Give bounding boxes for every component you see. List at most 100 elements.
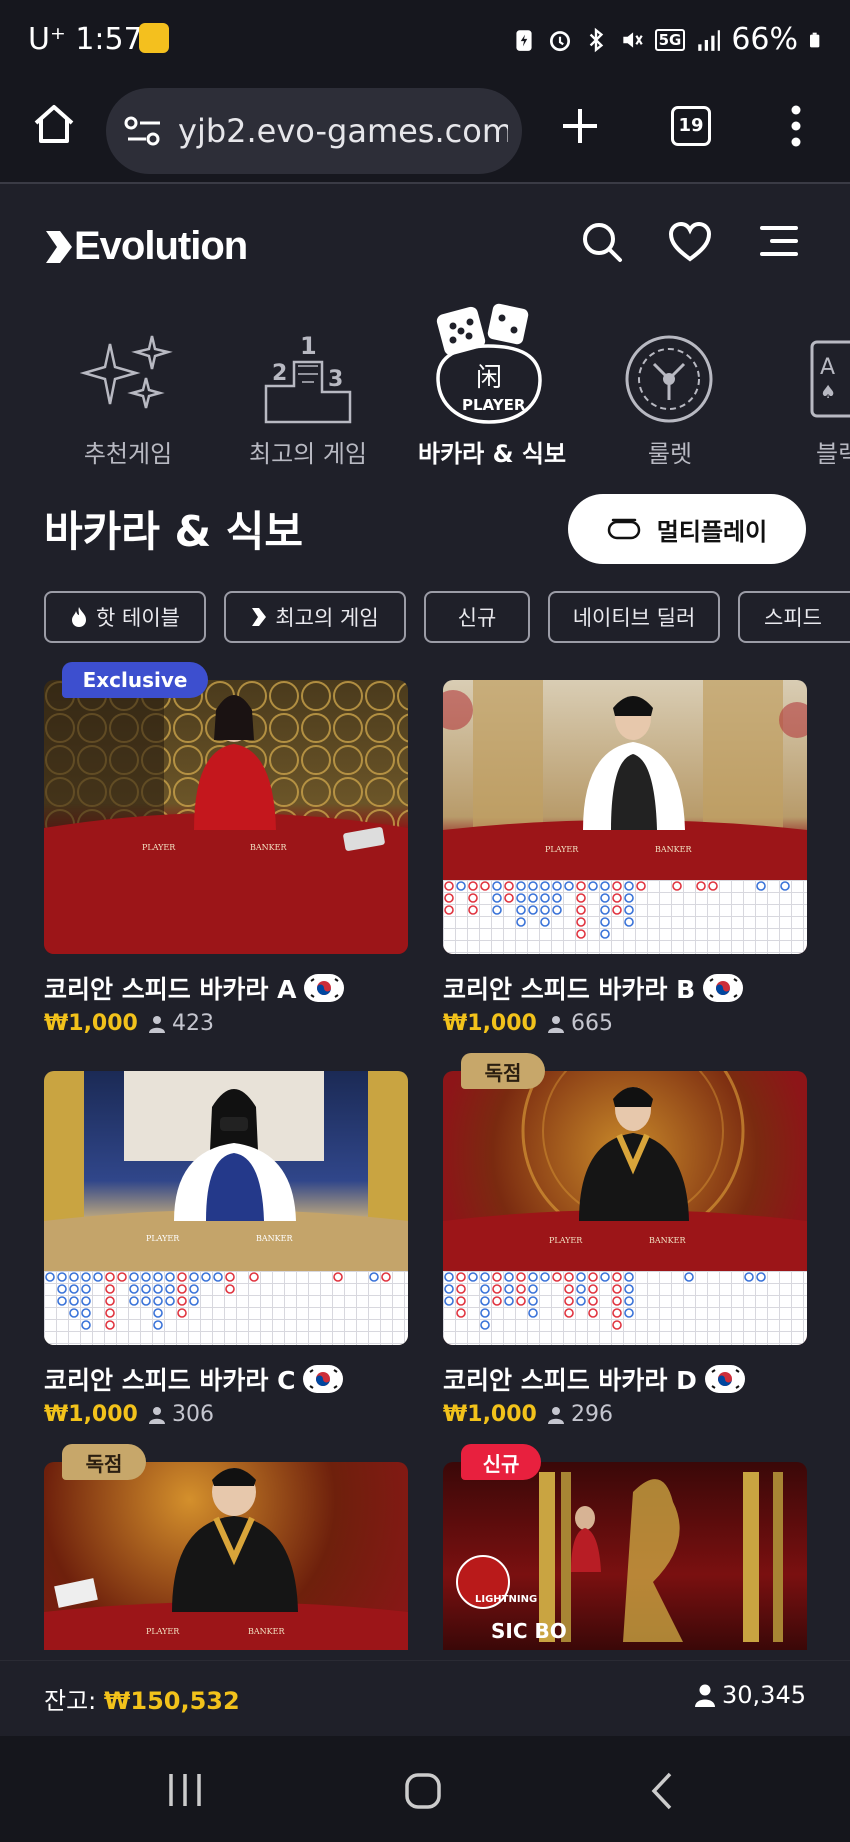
roadmap-dot xyxy=(456,1284,466,1294)
roadmap-dot xyxy=(624,905,634,915)
multiplay-button[interactable]: 멀티플레이 xyxy=(568,494,806,564)
category-label: 룰렛 xyxy=(647,440,693,468)
game-thumbnail[interactable]: PLAYER BANKER xyxy=(443,1071,807,1345)
roadmap-dot xyxy=(612,1308,622,1318)
roadmap-dot xyxy=(624,893,634,903)
carrier-app-icon xyxy=(139,23,169,53)
roadmap-dot xyxy=(480,1320,490,1330)
bluetooth-icon xyxy=(589,27,603,52)
roadmap-dot xyxy=(612,893,622,903)
roadmap-dot xyxy=(177,1284,187,1294)
roadmap-dot xyxy=(177,1296,187,1306)
roadmap-dot xyxy=(492,1272,502,1282)
roadmap-dot xyxy=(516,917,526,927)
roadmap-dot xyxy=(105,1320,115,1330)
game-thumbnail[interactable]: LIGHTNING SIC BO xyxy=(443,1462,807,1650)
game-thumbnail[interactable]: PLAYER BANKER xyxy=(44,1462,408,1650)
roadmap-dot xyxy=(177,1308,187,1318)
roadmap-dot xyxy=(444,1296,454,1306)
roadmap-dot xyxy=(492,893,502,903)
svg-text:闲: 闲 xyxy=(476,363,502,393)
svg-text:3: 3 xyxy=(328,367,343,392)
lightning-logo-text: LIGHTNING xyxy=(475,1594,537,1605)
game-thumbnail[interactable]: PLAYER BANKER xyxy=(44,1071,408,1345)
dealer-scene: PLAYER BANKER xyxy=(443,680,807,880)
roadmap-dot xyxy=(369,1272,379,1282)
search-icon[interactable] xyxy=(580,220,624,264)
filter-native-dealer[interactable]: 네이티브 딜러 xyxy=(548,591,720,643)
recent-apps-icon[interactable] xyxy=(166,1772,204,1808)
home-icon[interactable] xyxy=(30,100,78,148)
site-settings-icon[interactable] xyxy=(124,114,164,148)
url-text: yjb2.evo-games.com xyxy=(178,112,508,150)
roadmap-dot xyxy=(153,1320,163,1330)
roadmap-dot xyxy=(69,1272,79,1282)
evolution-logo[interactable]: Evolution xyxy=(44,224,248,269)
roadmap-dot xyxy=(624,917,634,927)
roadmap-dot xyxy=(600,905,610,915)
game-name: 코리안 스피드 바카라 A xyxy=(44,970,345,1006)
roadmap-dot xyxy=(504,893,514,903)
roadmap-dot xyxy=(213,1272,223,1282)
roadmap-dot xyxy=(225,1284,235,1294)
roadmap-dot xyxy=(612,1320,622,1330)
roadmap-dot xyxy=(141,1284,151,1294)
game-card[interactable]: Exclusive PLAYER BANKER 코리안 스피드 바카라 A ₩1,… xyxy=(44,662,408,1040)
roadmap-dot xyxy=(540,1272,550,1282)
category-label: 블랙 xyxy=(816,440,850,468)
favorites-heart-icon[interactable] xyxy=(668,222,712,262)
game-card[interactable]: PLAYER BANKER 코리안 스피드 바카라 B ₩1,000 665 xyxy=(443,680,807,1040)
home-button-icon[interactable] xyxy=(404,1772,442,1810)
roadmap-dot xyxy=(129,1272,139,1282)
svg-text:1: 1 xyxy=(300,332,317,360)
roadmap-dot xyxy=(708,881,718,891)
filter-hot-tables[interactable]: 핫 테이블 xyxy=(44,591,206,643)
dice-player-icon: 闲 PLAYER xyxy=(436,303,542,424)
roadmap-grid xyxy=(44,1271,408,1345)
player-zone-label: PLAYER xyxy=(142,843,176,852)
roadmap-dot xyxy=(504,881,514,891)
roadmap-dots xyxy=(444,881,790,939)
min-bet: ₩1,000 xyxy=(443,1011,537,1036)
roadmap-dot xyxy=(756,881,766,891)
roadmap-dot xyxy=(480,1284,490,1294)
svg-text:A: A xyxy=(820,355,835,380)
game-card[interactable]: PLAYER BANKER 코리안 스피드 바카라 C ₩1,000 306 xyxy=(44,1071,408,1431)
roadmap-dot xyxy=(588,1272,598,1282)
roadmap-dot xyxy=(480,1272,490,1282)
roadmap-dot xyxy=(624,1296,634,1306)
roadmap-dot xyxy=(201,1272,211,1282)
roadmap-dot xyxy=(456,1296,466,1306)
game-card[interactable]: 독점 PLAYER BANKER 코리안 스피드 바카라 D ₩1,000 296 xyxy=(443,1053,807,1431)
battery-saver-icon xyxy=(515,29,532,51)
roadmap-dot xyxy=(576,917,586,927)
roadmap-dot xyxy=(225,1272,235,1282)
roadmap-dot xyxy=(105,1272,115,1282)
roadmap-dot xyxy=(516,1272,526,1282)
filter-top-games[interactable]: 최고의 게임 xyxy=(224,591,406,643)
multiplay-label: 멀티플레이 xyxy=(656,517,768,546)
back-icon[interactable] xyxy=(650,1772,674,1810)
filter-new[interactable]: 신규 xyxy=(424,591,530,643)
evolution-mark-icon xyxy=(252,608,267,626)
roadmap-dot xyxy=(456,1308,466,1318)
game-card[interactable]: 독점 PLAYER BANKER xyxy=(44,1444,408,1662)
menu-icon[interactable] xyxy=(760,224,798,258)
game-thumbnail[interactable]: PLAYER BANKER xyxy=(44,680,408,954)
dealer-scene: PLAYER BANKER xyxy=(44,1071,408,1271)
roadmap-dot xyxy=(528,881,538,891)
roadmap-dot xyxy=(141,1272,151,1282)
game-thumbnail[interactable]: PLAYER BANKER xyxy=(443,680,807,954)
roadmap-dot xyxy=(153,1272,163,1282)
min-bet: ₩1,000 xyxy=(44,1402,138,1427)
tab-switcher-button[interactable]: 19 xyxy=(671,106,711,146)
evolution-mark-icon xyxy=(46,230,72,263)
player-zone-label: PLAYER xyxy=(146,1234,180,1243)
more-menu-icon[interactable] xyxy=(790,104,802,148)
filter-speed[interactable]: 스피드 xyxy=(738,591,850,643)
korea-flag-icon xyxy=(303,1365,344,1393)
game-card[interactable]: 신규 LIGHTNING SIC BO xyxy=(443,1444,807,1662)
new-tab-icon[interactable] xyxy=(560,106,600,146)
address-bar[interactable]: yjb2.evo-games.com xyxy=(106,88,522,174)
user-icon xyxy=(548,1406,564,1424)
